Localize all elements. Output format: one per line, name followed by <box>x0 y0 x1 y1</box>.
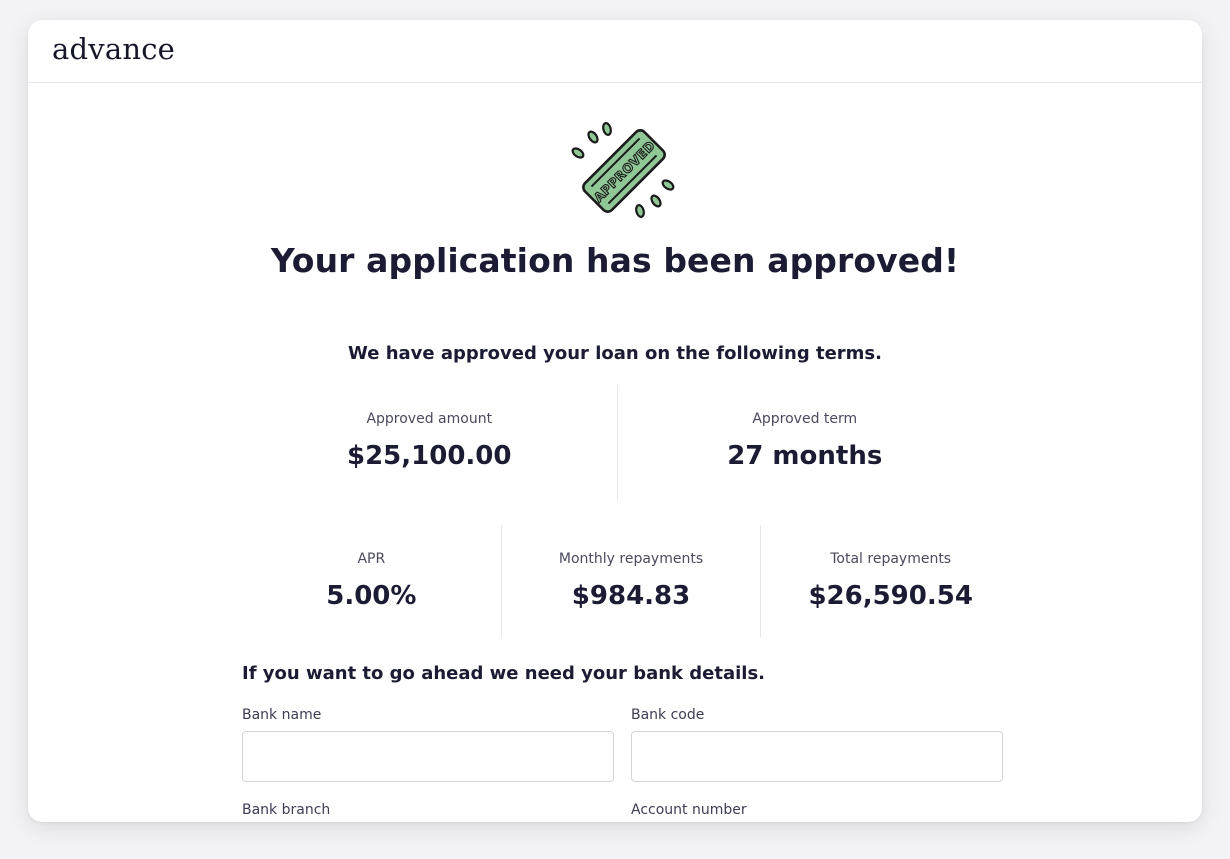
bank-code-label: Bank code <box>631 707 705 723</box>
account-number-label: Account number <box>631 802 747 818</box>
top-bar: advance <box>28 20 1202 83</box>
bank-branch-label: Bank branch <box>242 802 331 818</box>
approved-amount-stat: Approved amount $25,100.00 <box>242 385 617 501</box>
bank-name-label: Bank name <box>242 707 322 723</box>
brand-logo[interactable]: advance <box>52 34 175 64</box>
secondary-terms: APR 5.00% Monthly repayments $984.83 Tot… <box>242 525 1020 637</box>
page-title: Your application has been approved! <box>270 241 960 280</box>
bank-name-input[interactable] <box>242 731 614 782</box>
stat-label: Approved amount <box>366 411 493 427</box>
apr-stat: APR 5.00% <box>242 525 501 637</box>
stat-value: $26,590.54 <box>808 581 973 611</box>
bank-code-input[interactable] <box>631 731 1003 782</box>
app-window: advance APPROVED Your application has be… <box>28 20 1202 822</box>
approved-stamp-icon: APPROVED <box>571 122 675 218</box>
monthly-repayments-stat: Monthly repayments $984.83 <box>500 525 761 637</box>
stat-value: 27 months <box>727 441 883 471</box>
approved-term-stat: Approved term 27 months <box>616 385 993 501</box>
stat-value: $25,100.00 <box>347 441 512 471</box>
primary-terms: Approved amount $25,100.00 Approved term… <box>242 385 992 501</box>
bank-details-heading: If you want to go ahead we need your ban… <box>242 663 766 684</box>
stat-label: Total repayments <box>830 551 952 567</box>
stat-value: $984.83 <box>571 581 691 611</box>
stat-label: Approved term <box>752 411 858 427</box>
total-repayments-stat: Total repayments $26,590.54 <box>760 525 1020 637</box>
stat-label: Monthly repayments <box>558 551 704 567</box>
terms-intro: We have approved your loan on the follow… <box>348 343 882 364</box>
stat-label: APR <box>357 551 386 567</box>
stat-value: 5.00% <box>326 581 417 611</box>
